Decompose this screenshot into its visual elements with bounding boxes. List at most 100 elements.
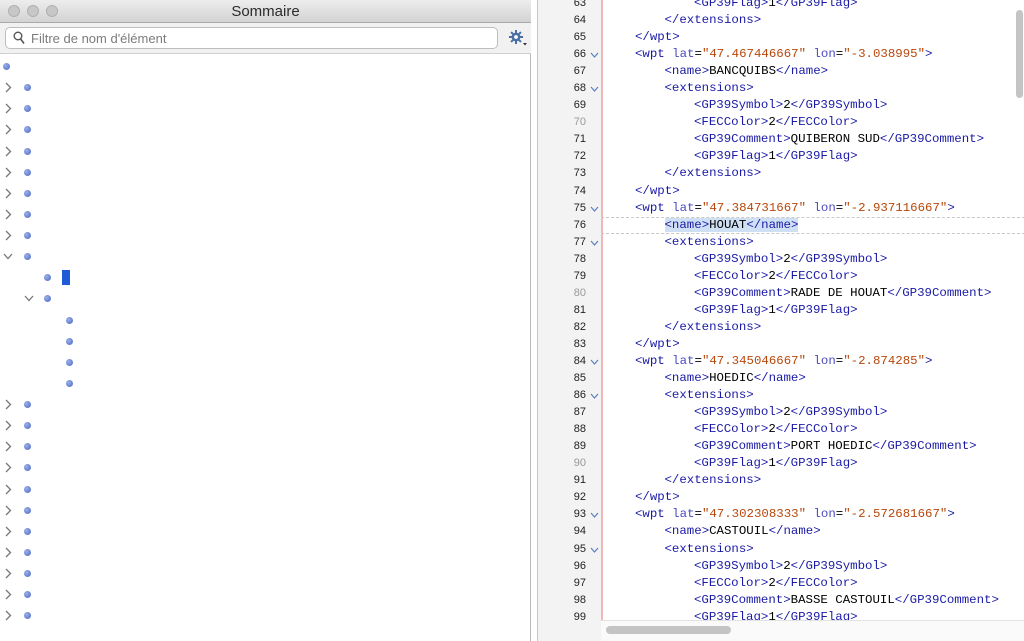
code-line[interactable]: 74 </wpt> bbox=[538, 183, 1024, 200]
vertical-scrollbar[interactable] bbox=[1014, 0, 1024, 620]
tree-row-wpt[interactable] bbox=[0, 479, 531, 500]
filter-input[interactable] bbox=[31, 30, 491, 46]
code-line[interactable]: 94 <name>CASTOUIL</name> bbox=[538, 523, 1024, 540]
gear-icon[interactable] bbox=[508, 29, 528, 47]
code-line[interactable]: 63 <GP39Flag>1</GP39Flag> bbox=[538, 0, 1024, 12]
chevron-right-icon[interactable] bbox=[3, 141, 13, 162]
code-line[interactable]: 72 <GP39Flag>1</GP39Flag> bbox=[538, 148, 1024, 165]
chevron-right-icon[interactable] bbox=[3, 500, 13, 521]
tree-row-wpt[interactable] bbox=[0, 542, 531, 563]
chevron-down-icon[interactable] bbox=[3, 246, 13, 267]
chevron-right-icon[interactable] bbox=[3, 584, 13, 605]
fold-toggle-icon[interactable] bbox=[590, 51, 599, 60]
code-line[interactable]: 90 <GP39Flag>1</GP39Flag> bbox=[538, 455, 1024, 472]
tree-row-root[interactable] bbox=[0, 56, 531, 77]
tree-row-wpt[interactable] bbox=[0, 457, 531, 478]
horizontal-scrollbar[interactable] bbox=[601, 620, 1024, 641]
code-line[interactable]: 76 <name>HOUAT</name> bbox=[538, 216, 1024, 234]
chevron-right-icon[interactable] bbox=[3, 436, 13, 457]
chevron-right-icon[interactable] bbox=[3, 204, 13, 225]
code-line[interactable]: 88 <FECColor>2</FECColor> bbox=[538, 421, 1024, 438]
code-line[interactable]: 84 <wpt lat="47.345046667" lon="-2.874285… bbox=[538, 353, 1024, 370]
code-line[interactable]: 69 <GP39Symbol>2</GP39Symbol> bbox=[538, 97, 1024, 114]
code-line[interactable]: 66 <wpt lat="47.467446667" lon="-3.038995… bbox=[538, 46, 1024, 63]
tree-row-wpt[interactable] bbox=[0, 141, 531, 162]
tree-row-wpt[interactable] bbox=[0, 225, 531, 246]
code-line[interactable]: 98 <GP39Comment>BASSE CASTOUIL</GP39Comme… bbox=[538, 592, 1024, 609]
code-line[interactable]: 83 </wpt> bbox=[538, 336, 1024, 353]
tree-row-name-selected[interactable] bbox=[0, 267, 531, 288]
code-line[interactable]: 86 <extensions> bbox=[538, 387, 1024, 404]
chevron-right-icon[interactable] bbox=[3, 225, 13, 246]
chevron-right-icon[interactable] bbox=[3, 605, 13, 626]
code-area[interactable]: 63 <GP39Flag>1</GP39Flag> 64 </extensions> 6… bbox=[538, 0, 1024, 626]
code-line[interactable]: 79 <FECColor>2</FECColor> bbox=[538, 268, 1024, 285]
tree-row-wpt[interactable] bbox=[0, 77, 531, 98]
chevron-right-icon[interactable] bbox=[3, 563, 13, 584]
code-line[interactable]: 70 <FECColor>2</FECColor> bbox=[538, 114, 1024, 131]
chevron-right-icon[interactable] bbox=[3, 521, 13, 542]
xml-editor[interactable]: 63 <GP39Flag>1</GP39Flag> 64 </extensions> 6… bbox=[537, 0, 1024, 641]
tree-row-extension-child[interactable] bbox=[0, 352, 531, 373]
chevron-right-icon[interactable] bbox=[3, 98, 13, 119]
fold-toggle-icon[interactable] bbox=[590, 511, 599, 520]
code-line[interactable]: 67 <name>BANCQUIBS</name> bbox=[538, 63, 1024, 80]
code-line[interactable]: 93 <wpt lat="47.302308333" lon="-2.572681… bbox=[538, 506, 1024, 523]
code-line[interactable]: 87 <GP39Symbol>2</GP39Symbol> bbox=[538, 404, 1024, 421]
code-line[interactable]: 95 <extensions> bbox=[538, 541, 1024, 558]
code-line[interactable]: 71 <GP39Comment>QUIBERON SUD</GP39Comment… bbox=[538, 131, 1024, 148]
horizontal-scroll-thumb[interactable] bbox=[606, 626, 731, 634]
fold-toggle-icon[interactable] bbox=[590, 239, 599, 248]
code-line[interactable]: 73 </extensions> bbox=[538, 165, 1024, 182]
tree-row-wpt[interactable] bbox=[0, 204, 531, 225]
code-line[interactable]: 65 </wpt> bbox=[538, 29, 1024, 46]
chevron-down-icon[interactable] bbox=[24, 288, 34, 309]
code-line[interactable]: 78 <GP39Symbol>2</GP39Symbol> bbox=[538, 251, 1024, 268]
chevron-right-icon[interactable] bbox=[3, 162, 13, 183]
code-line[interactable]: 85 <name>HOEDIC</name> bbox=[538, 370, 1024, 387]
fold-toggle-icon[interactable] bbox=[590, 205, 599, 214]
tree-row-extensions[interactable] bbox=[0, 288, 531, 309]
filter-field[interactable] bbox=[5, 27, 498, 49]
tree-row-wpt[interactable] bbox=[0, 98, 531, 119]
fold-toggle-icon[interactable] bbox=[590, 358, 599, 367]
code-line[interactable]: 97 <FECColor>2</FECColor> bbox=[538, 575, 1024, 592]
tree-row-extension-child[interactable] bbox=[0, 310, 531, 331]
code-line[interactable]: 80 <GP39Comment>RADE DE HOUAT</GP39Commen… bbox=[538, 285, 1024, 302]
fold-toggle-icon[interactable] bbox=[590, 546, 599, 555]
vertical-scroll-thumb[interactable] bbox=[1016, 10, 1023, 98]
chevron-right-icon[interactable] bbox=[3, 394, 13, 415]
fold-toggle-icon[interactable] bbox=[590, 392, 599, 401]
code-line[interactable]: 82 </extensions> bbox=[538, 319, 1024, 336]
tree-row-extension-child[interactable] bbox=[0, 373, 531, 394]
selected-node[interactable] bbox=[62, 270, 70, 286]
fold-toggle-icon[interactable] bbox=[590, 85, 599, 94]
tree-row-wpt[interactable] bbox=[0, 162, 531, 183]
code-line[interactable]: 92 </wpt> bbox=[538, 489, 1024, 506]
chevron-right-icon[interactable] bbox=[3, 119, 13, 140]
tree-row-wpt[interactable] bbox=[0, 394, 531, 415]
code-line[interactable]: 68 <extensions> bbox=[538, 80, 1024, 97]
chevron-right-icon[interactable] bbox=[3, 183, 13, 204]
tree-row-wpt[interactable] bbox=[0, 415, 531, 436]
code-line[interactable]: 91 </extensions> bbox=[538, 472, 1024, 489]
tree-row-wpt[interactable] bbox=[0, 584, 531, 605]
tree-row-wpt[interactable] bbox=[0, 563, 531, 584]
tree-row-wpt[interactable] bbox=[0, 521, 531, 542]
chevron-right-icon[interactable] bbox=[3, 457, 13, 478]
tree-row-extension-child[interactable] bbox=[0, 331, 531, 352]
chevron-right-icon[interactable] bbox=[3, 415, 13, 436]
chevron-right-icon[interactable] bbox=[3, 77, 13, 98]
code-line[interactable]: 77 <extensions> bbox=[538, 234, 1024, 251]
code-line[interactable]: 89 <GP39Comment>PORT HOEDIC</GP39Comment> bbox=[538, 438, 1024, 455]
code-line[interactable]: 64 </extensions> bbox=[538, 12, 1024, 29]
tree-row-wpt[interactable] bbox=[0, 436, 531, 457]
tree-row-wpt[interactable] bbox=[0, 605, 531, 626]
tree-row-wpt[interactable] bbox=[0, 246, 531, 267]
code-line[interactable]: 81 <GP39Flag>1</GP39Flag> bbox=[538, 302, 1024, 319]
chevron-right-icon[interactable] bbox=[3, 542, 13, 563]
tree-row-wpt[interactable] bbox=[0, 119, 531, 140]
tree-row-wpt[interactable] bbox=[0, 183, 531, 204]
chevron-right-icon[interactable] bbox=[3, 479, 13, 500]
tree-row-wpt[interactable] bbox=[0, 500, 531, 521]
